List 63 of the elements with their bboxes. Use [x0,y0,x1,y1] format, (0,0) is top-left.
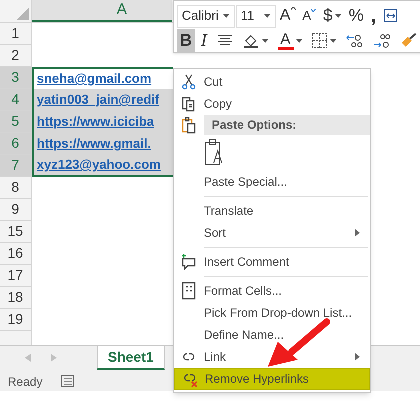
color-bar-icon [278,47,294,50]
menu-item[interactable]: Pick From Drop-down List... [174,302,370,324]
dropdown-caret-icon[interactable] [330,39,337,43]
font-name-field[interactable]: Calibri [177,4,235,28]
status-text: Ready [8,374,43,390]
row-header[interactable]: 9 [0,199,32,221]
dropdown-caret-icon[interactable] [296,39,303,43]
menu-item[interactable]: Link [174,346,370,368]
row-header[interactable]: 2 [0,45,32,67]
menu-section-header: Paste Options: [204,115,370,135]
wrap-text-icon [384,9,398,23]
column-header[interactable]: A [32,0,172,22]
menu-item[interactable]: Sort [174,222,370,244]
format-cells-icon [180,282,198,300]
sheet-tab[interactable]: Sheet1 [97,346,165,370]
row-header[interactable]: 19 [0,309,32,331]
corner-triangle-icon [17,8,29,20]
row-header[interactable]: 16 [0,243,32,265]
font-size-value: 11 [241,7,254,26]
font-name-value: Calibri [182,7,219,26]
row-header[interactable]: 1 [0,23,32,45]
borders-icon [312,33,328,49]
toolbar-button[interactable]: A [300,4,320,28]
align-center-icon [216,34,233,48]
toolbar-button[interactable]: , [368,4,380,28]
menu-item[interactable]: Remove Hyperlinks [174,368,370,390]
toolbar-button[interactable]: I [198,29,211,53]
menu-item[interactable]: Cut [174,71,370,93]
menu-item[interactable]: Define Name... [174,324,370,346]
row-header[interactable]: 4 [0,89,32,111]
menu-item[interactable]: Paste Special... [174,171,370,193]
toolbar-button[interactable]: B [177,29,196,53]
row-header[interactable]: 5 [0,111,32,133]
increase-decimal-icon [372,33,391,49]
menu-item[interactable]: Copy [174,93,370,115]
toolbar-button[interactable]: % [346,4,367,28]
row-header[interactable]: 7 [0,155,32,177]
macro-record-icon[interactable] [60,375,75,388]
dropdown-caret-icon[interactable] [262,39,269,43]
dropdown-caret-icon[interactable] [223,14,230,18]
dropdown-caret-icon[interactable] [334,14,342,18]
row-header[interactable]: 6 [0,133,32,155]
decrease-decimal-icon [346,33,364,49]
font-size-field[interactable]: 11 [236,4,276,28]
row-header[interactable]: 18 [0,287,32,309]
clipboard-icon [180,116,198,134]
down-caret-icon [311,9,316,12]
fill-color-icon [242,33,260,49]
row-header[interactable]: 17 [0,265,32,287]
format-painter-icon [400,33,418,49]
menu-item[interactable]: Translate [174,200,370,222]
row-header[interactable]: 3 [0,67,32,89]
up-caret-icon [290,7,296,10]
toolbar-button[interactable]: $ [320,4,345,28]
menu-item[interactable]: Insert Comment [174,251,370,273]
dropdown-caret-icon[interactable] [264,14,271,18]
toolbar-button[interactable]: A [277,4,299,28]
row-header[interactable]: 8 [0,177,32,199]
toolbar-button[interactable]: A [274,29,306,53]
row-header[interactable]: 15 [0,221,32,243]
comment-icon [180,253,198,271]
menu-item[interactable]: Format Cells... [174,280,370,302]
scissors-icon [180,73,198,91]
